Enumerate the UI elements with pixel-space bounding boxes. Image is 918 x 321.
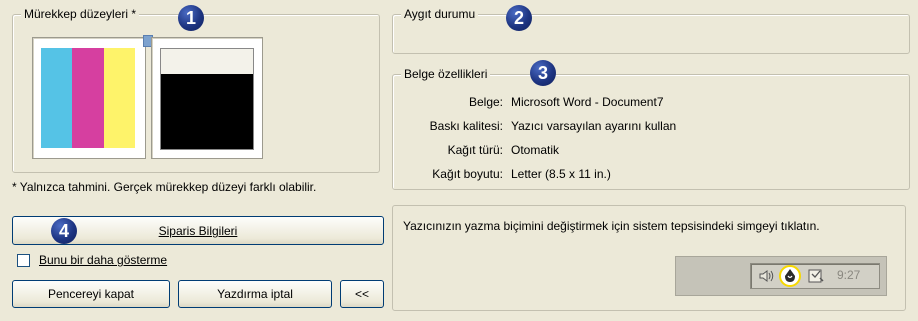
paper-size-label: Kağıt boyutu: — [432, 167, 503, 181]
callout-badge-1: 1 — [178, 5, 204, 31]
device-status-group: Aygıt durumu — [392, 6, 910, 54]
speaker-icon — [757, 267, 775, 285]
ink-estimate-footnote: * Yalnızca tahmini. Gerçek mürekkep düze… — [12, 180, 317, 194]
ink-levels-title: Mürekkep düzeyleri * — [21, 6, 140, 22]
cyan-ink-segment — [41, 48, 73, 148]
document-properties-title: Belge özellikleri — [401, 66, 491, 82]
paper-type-label: Kağıt türü: — [447, 143, 503, 157]
close-window-button[interactable]: Pencereyi kapat — [12, 280, 170, 308]
close-window-label: Pencereyi kapat — [47, 287, 135, 301]
tray-hint-panel: Yazıcınızın yazma biçimini değiştirmek i… — [392, 205, 906, 311]
tray-clock: 9:27 — [837, 268, 861, 282]
print-quality-value: Yazıcı varsayılan ayarını kullan — [511, 119, 677, 133]
black-cartridge-ink — [161, 74, 253, 149]
collapse-label: << — [354, 287, 369, 301]
system-tray-area: 9:27 — [750, 263, 880, 289]
paper-size-value: Letter (8.5 x 11 in.) — [511, 167, 611, 181]
document-label: Belge: — [468, 95, 503, 109]
printer-status-icon[interactable] — [779, 265, 801, 287]
tray-hint-text: Yazıcınızın yazma biçimini değiştirmek i… — [403, 219, 820, 233]
ink-levels-group: Mürekkep düzeyleri * — [12, 6, 380, 173]
color-cartridge-ink — [41, 48, 135, 148]
collapse-button[interactable]: << — [340, 280, 384, 308]
cancel-print-button[interactable]: Yazdırma iptal — [178, 280, 332, 308]
callout-badge-3: 3 — [530, 60, 556, 86]
magenta-ink-segment — [72, 48, 104, 148]
cancel-print-label: Yazdırma iptal — [217, 287, 293, 301]
document-properties-group: Belge özellikleri Belge: Microsoft Word … — [392, 66, 910, 190]
black-cartridge — [151, 37, 263, 159]
device-status-title: Aygıt durumu — [401, 6, 479, 22]
system-tray-preview: 9:27 — [675, 256, 887, 296]
dont-show-again-checkbox[interactable] — [17, 254, 30, 267]
document-value: Microsoft Word - Document7 — [511, 95, 664, 109]
print-quality-label: Baskı kalitesi: — [429, 119, 503, 133]
yellow-ink-segment — [103, 48, 135, 148]
order-info-label: Siparis Bilgileri — [158, 223, 238, 238]
dont-show-again-label[interactable]: Bunu bir daha gösterme — [39, 253, 167, 267]
paper-type-value: Otomatik — [511, 143, 560, 157]
black-cartridge-well — [160, 48, 254, 150]
tray-app-icon — [807, 267, 825, 285]
color-cartridge — [32, 37, 146, 159]
callout-badge-4: 4 — [51, 218, 77, 244]
callout-badge-2: 2 — [506, 5, 532, 31]
